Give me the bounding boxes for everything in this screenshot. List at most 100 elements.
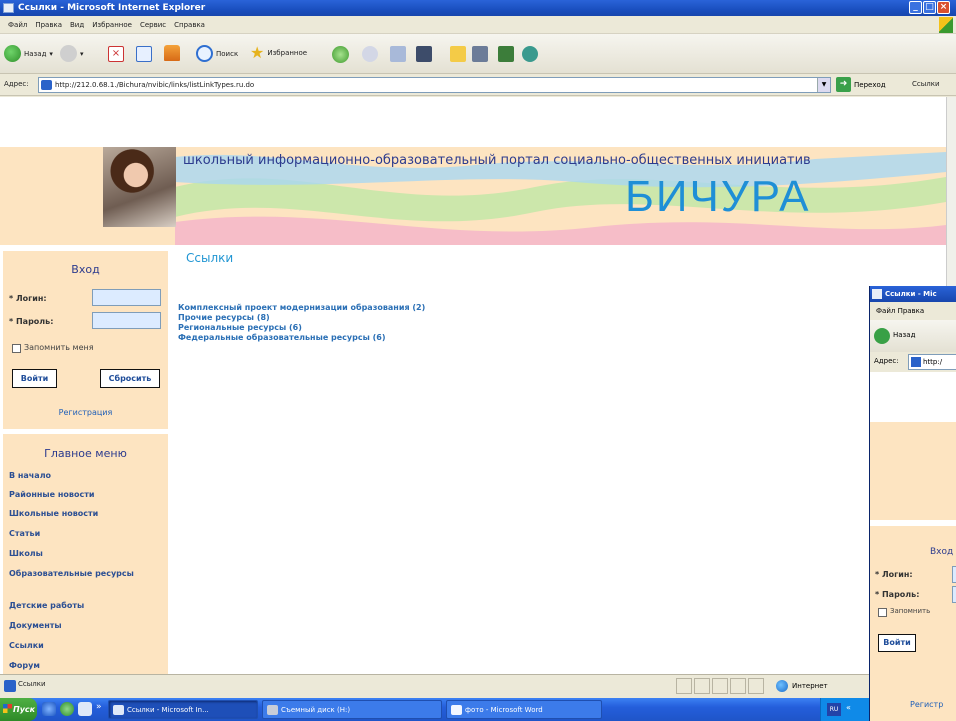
taskbar-item-removable-disk[interactable]: Съемный диск (H:) [262, 700, 442, 719]
login-submit-button[interactable]: Войти [878, 634, 916, 652]
nav-educational-resources[interactable]: Образовательные ресурсы [9, 568, 164, 579]
nav-schools[interactable]: Школы [9, 548, 164, 559]
login-input[interactable] [952, 566, 956, 583]
menu-favorites[interactable]: Избранное [88, 21, 136, 29]
second-window-addressbar: Адрес: http:/ [870, 352, 956, 372]
address-field[interactable]: ▼ [38, 77, 831, 93]
login-label: * Логин: [9, 294, 47, 303]
menu-view[interactable]: Вид [66, 21, 88, 29]
search-button[interactable]: Поиск [196, 45, 238, 62]
login-submit-button[interactable]: Войти [12, 369, 57, 388]
folder-icon[interactable] [450, 46, 466, 62]
refresh-icon[interactable] [136, 46, 152, 62]
back-button[interactable]: Назад ▾ [4, 45, 53, 62]
forward-button[interactable]: ▾ [60, 45, 84, 62]
language-indicator[interactable]: RU [827, 703, 841, 716]
second-window-login-panel: Вход * Логин: * Пароль: Запомнить Войти … [870, 526, 956, 721]
desktop-quicklaunch-icon[interactable] [78, 702, 92, 716]
close-button[interactable]: × [937, 1, 950, 14]
menu-edit[interactable]: Правка [31, 21, 66, 29]
login-input[interactable] [92, 289, 161, 306]
globe-icon [776, 680, 788, 692]
address-label: Адрес: [874, 357, 899, 365]
mail-icon[interactable] [362, 46, 378, 62]
menu-tools[interactable]: Сервис [136, 21, 170, 29]
maximize-button[interactable]: □ [923, 1, 936, 14]
second-window-banner [870, 422, 956, 520]
forward-dropdown-icon[interactable]: ▾ [80, 50, 84, 58]
back-arrow-icon[interactable] [874, 328, 890, 344]
password-input[interactable] [952, 586, 956, 603]
research-icon[interactable] [472, 46, 488, 62]
nav-articles[interactable]: Статьи [9, 528, 164, 539]
remember-me-checkbox[interactable] [878, 608, 887, 617]
nav-district-news[interactable]: Районные новости [9, 489, 164, 500]
menu-bar: Файл Правка Вид Избранное Сервис Справка [0, 16, 956, 34]
go-label: Переход [854, 80, 886, 89]
forward-arrow-icon [60, 45, 77, 62]
link-modernization-project[interactable]: Комплексный проект модернизации образова… [178, 303, 425, 312]
ie-window-icon [113, 705, 124, 715]
window-titlebar[interactable]: Ссылки - Microsoft Internet Explorer _ □… [0, 0, 956, 16]
history-icon[interactable] [332, 46, 349, 63]
taskbar-item-ie[interactable]: Ссылки - Microsoft In... [108, 700, 258, 719]
link-regional-resources[interactable]: Региональные ресурсы (6) [178, 323, 302, 332]
register-link[interactable]: Регистр [910, 700, 943, 709]
menu-help[interactable]: Справка [170, 21, 209, 29]
back-label: Назад [24, 49, 47, 58]
register-link[interactable]: Регистрация [3, 408, 168, 417]
menu-file[interactable]: Файл [4, 21, 31, 29]
page-icon [41, 80, 52, 90]
media-quicklaunch-icon[interactable] [60, 702, 74, 716]
site-logo-text[interactable]: БИЧУРА [625, 172, 811, 222]
taskbar-item-label: Ссылки - Microsoft In... [127, 706, 209, 714]
login-title: Вход [930, 547, 954, 557]
extra-tool-icon[interactable] [522, 46, 538, 62]
tray-expand-chevron[interactable]: « [846, 703, 851, 712]
messenger-icon[interactable] [498, 46, 514, 62]
login-reset-button[interactable]: Сбросить [100, 369, 160, 388]
nav-forum[interactable]: Форум [9, 660, 164, 671]
link-federal-resources[interactable]: Федеральные образовательные ресурсы (6) [178, 333, 386, 342]
nav-home[interactable]: В начало [9, 470, 164, 481]
favorites-button[interactable]: ★ Избранное [250, 45, 307, 61]
nav-documents[interactable]: Документы [9, 620, 164, 631]
windows-taskbar: Пуск » Ссылки - Microsoft In... Съемный … [0, 698, 956, 721]
quicklaunch-chevron[interactable]: » [96, 702, 102, 712]
zone-label: Интернет [792, 682, 828, 690]
remember-me-label: Запомнить меня [24, 343, 94, 352]
second-window-menubar[interactable]: Файл Правка [870, 302, 956, 320]
ie-app-icon [3, 3, 14, 13]
print-icon[interactable] [390, 46, 406, 62]
address-input[interactable] [55, 78, 815, 92]
go-button[interactable]: ➜ Переход [836, 77, 886, 92]
address-dropdown-icon[interactable]: ▼ [817, 78, 830, 92]
start-button[interactable]: Пуск [0, 698, 37, 721]
second-browser-window[interactable]: Ссылки - Mic Файл Правка Назад Адрес: ht… [869, 286, 956, 721]
site-banner: школьный информационно-образовательный п… [0, 147, 946, 245]
nav-school-news[interactable]: Школьные новости [9, 508, 164, 519]
links-toolbar-button[interactable]: Ссылки [912, 80, 940, 88]
address-bar: Адрес: ▼ ➜ Переход Ссылки [0, 74, 956, 96]
status-cell [712, 678, 728, 694]
edit-icon[interactable] [416, 46, 432, 62]
back-dropdown-icon[interactable]: ▾ [49, 50, 53, 58]
link-other-resources[interactable]: Прочие ресурсы (8) [178, 313, 270, 322]
address-field[interactable]: http:/ [908, 354, 956, 370]
minimize-button[interactable]: _ [909, 1, 922, 14]
windows-logo-icon [939, 17, 953, 33]
drive-icon [267, 705, 278, 715]
home-icon[interactable] [164, 45, 180, 61]
stop-icon[interactable]: × [108, 46, 124, 62]
page-icon [911, 357, 921, 367]
back-label[interactable]: Назад [893, 331, 915, 339]
status-cell [748, 678, 764, 694]
second-window-titlebar[interactable]: Ссылки - Mic [870, 286, 956, 302]
nav-links[interactable]: Ссылки [9, 640, 164, 651]
remember-me-label: Запомнить [890, 607, 931, 615]
taskbar-item-word[interactable]: фото - Microsoft Word [446, 700, 602, 719]
nav-childrens-works[interactable]: Детские работы [9, 600, 164, 611]
password-input[interactable] [92, 312, 161, 329]
ie-quicklaunch-icon[interactable] [42, 702, 56, 716]
remember-me-checkbox[interactable] [12, 344, 21, 353]
